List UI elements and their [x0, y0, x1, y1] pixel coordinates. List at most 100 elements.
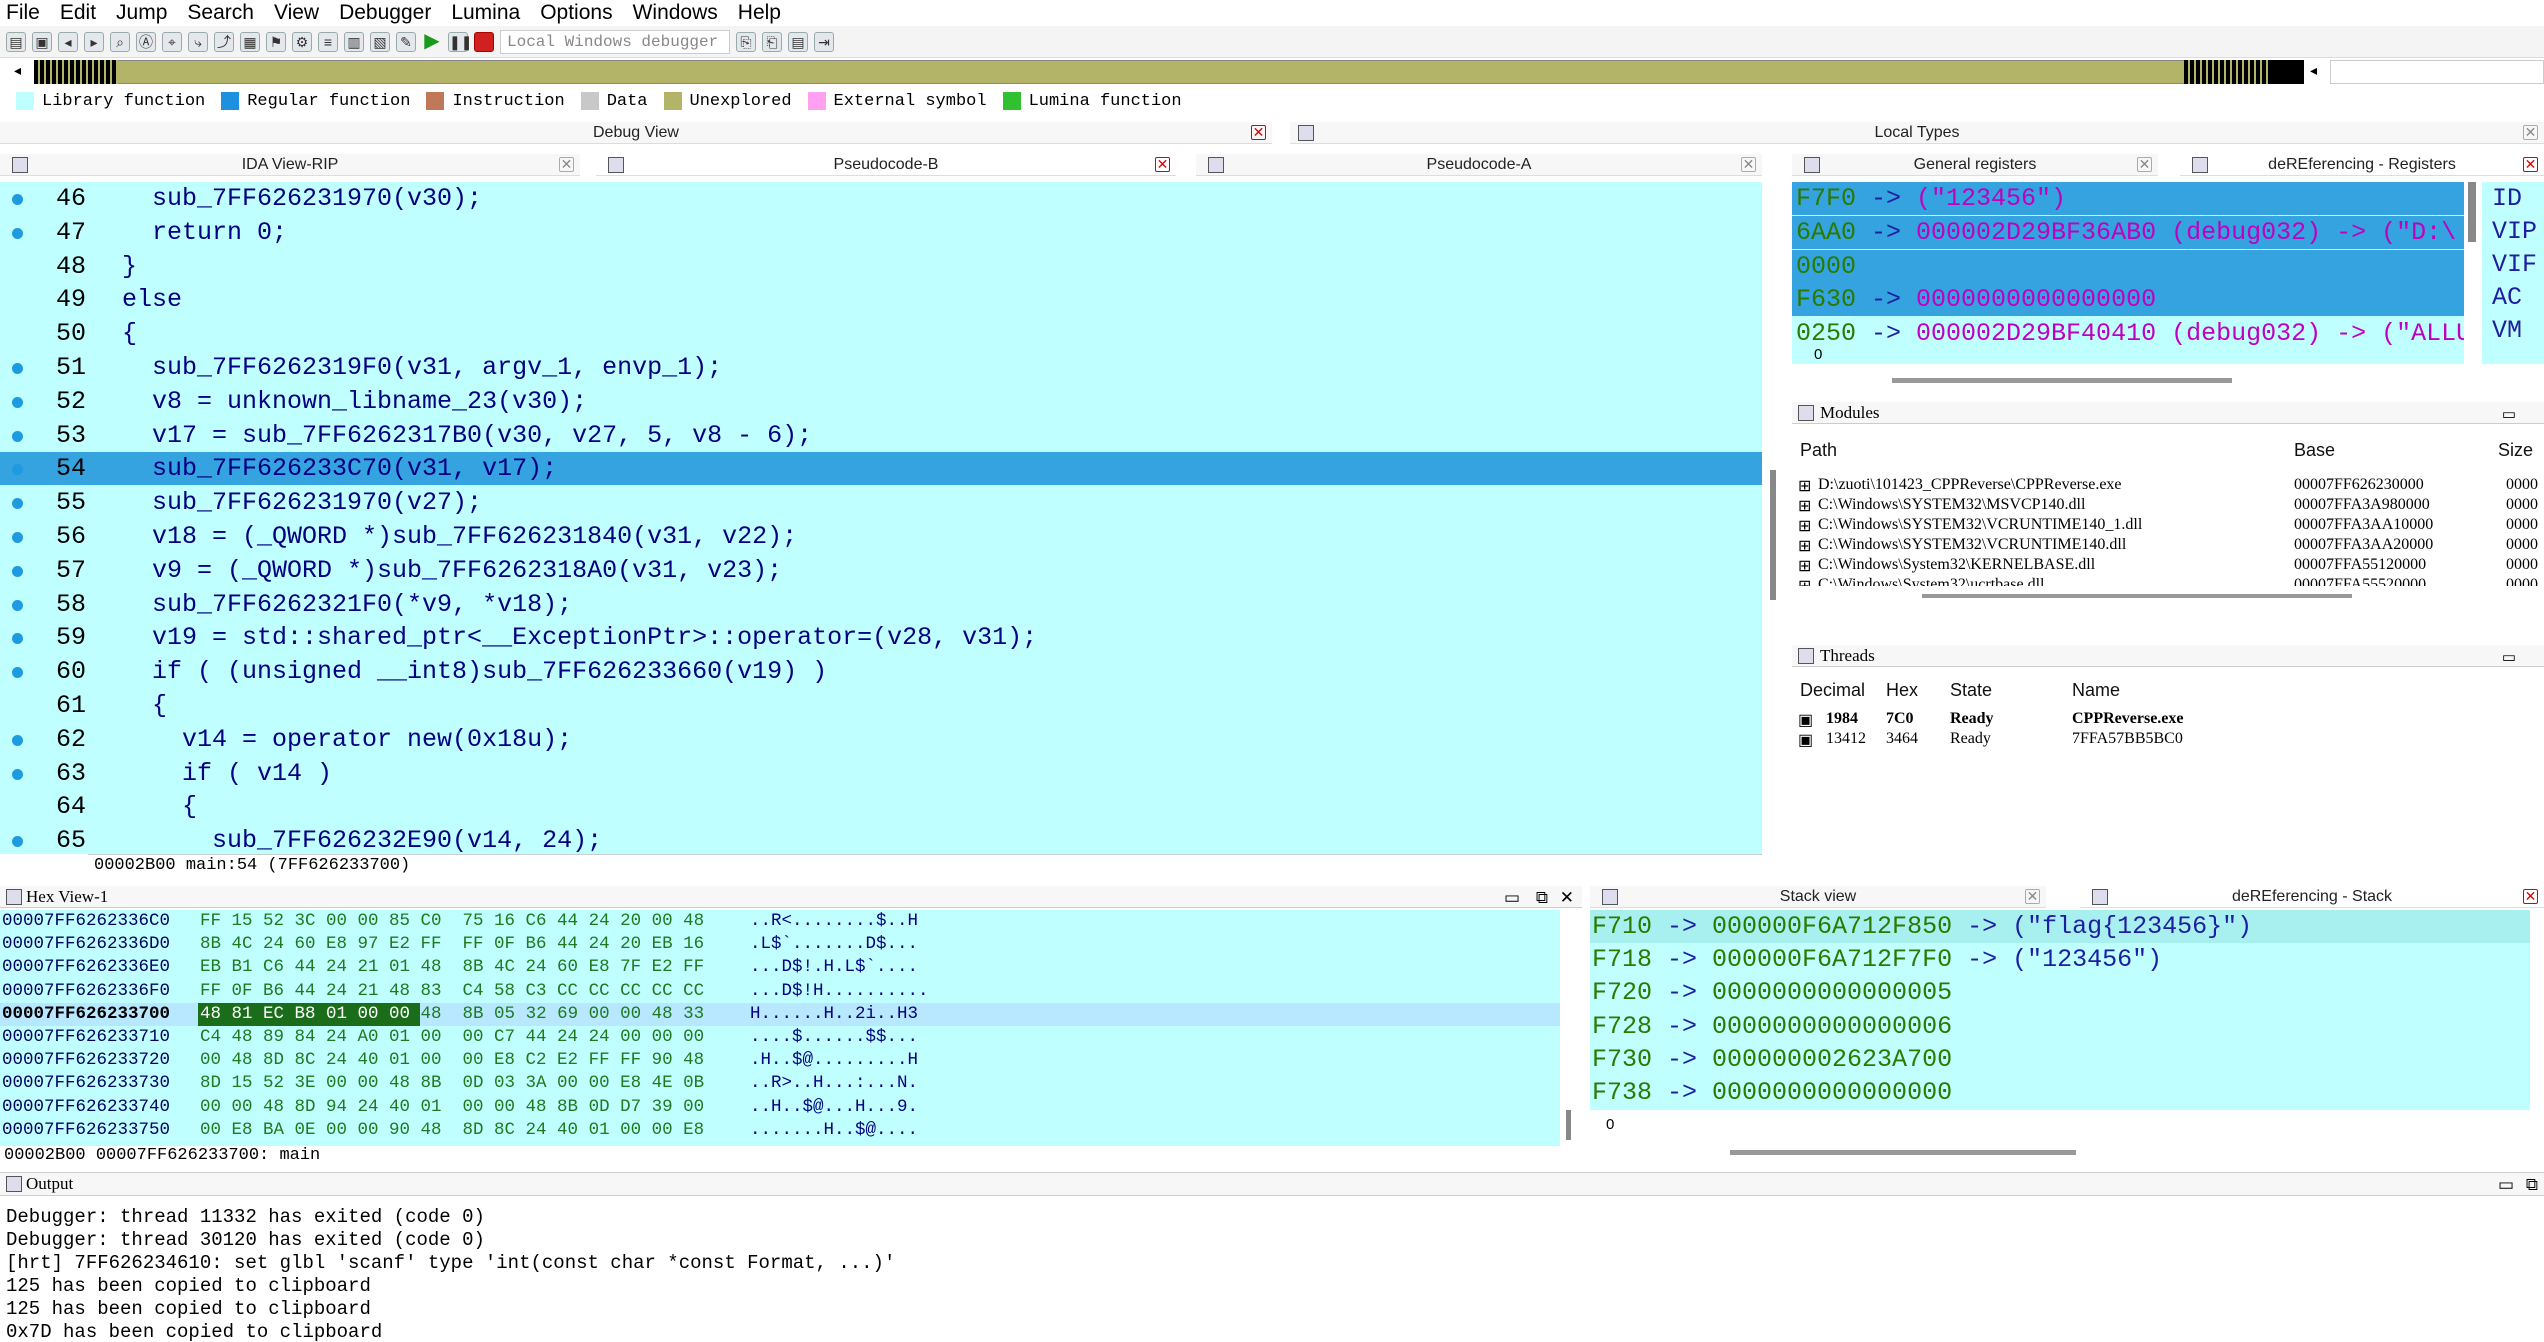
modules-scrollbar[interactable] [1922, 594, 2352, 598]
close-icon[interactable]: ✕ [2137, 157, 2152, 172]
registers-vscrollbar[interactable] [2468, 182, 2476, 242]
hex-scrollbar[interactable] [1566, 1110, 1571, 1140]
tab-dereferencing-registers[interactable]: deREferencing - Registers ✕ [2180, 154, 2544, 176]
menu-debugger[interactable]: Debugger [339, 1, 431, 25]
menu-jump[interactable]: Jump [116, 1, 167, 25]
debugger-select[interactable]: Local Windows debugger [500, 29, 730, 54]
code-line[interactable]: 59 v19 = std::shared_ptr<__ExceptionPtr>… [0, 621, 1762, 654]
close-icon[interactable]: ✕ [1155, 157, 1170, 172]
close-icon[interactable]: ✕ [1560, 887, 1574, 909]
menu-windows[interactable]: Windows [633, 1, 718, 25]
nav-address-input[interactable] [2330, 60, 2544, 84]
code-line[interactable]: 46 sub_7FF626231970(v30); [0, 182, 1762, 215]
close-icon[interactable]: ✕ [2523, 125, 2538, 140]
threads-col-decimal[interactable]: Decimal [1800, 680, 1865, 701]
hex-row[interactable]: 00007FF626233730 8D 15 52 3E 00 00 48 8B … [0, 1072, 1560, 1095]
maximize-icon[interactable]: ▭ [1504, 887, 1520, 909]
menu-view[interactable]: View [274, 1, 319, 25]
code-line[interactable]: 61 { [0, 689, 1762, 722]
breakpoint-dot-icon[interactable] [12, 768, 23, 780]
code-line[interactable]: 49 else [0, 283, 1762, 316]
modules-col-base[interactable]: Base [2294, 440, 2335, 461]
breakpoint-dot-icon[interactable] [12, 565, 23, 577]
tab-pseudocode-a[interactable]: Pseudocode-A ✕ [1196, 154, 1762, 176]
nav-right-arrow-icon[interactable]: ◂ [2310, 62, 2317, 79]
code-line[interactable]: 47 return 0; [0, 216, 1762, 249]
pseudocode-view[interactable]: 46 sub_7FF626231970(v30); 47 return 0; 48 … [0, 182, 1762, 854]
search-binary-icon[interactable]: ⌖ [162, 31, 182, 52]
threads-col-name[interactable]: Name [2072, 680, 2120, 701]
breakpoint-dot-icon[interactable] [12, 396, 23, 408]
code-line[interactable]: 60 if ( (unsigned __int8)sub_7FF62623366… [0, 655, 1762, 688]
stack-view[interactable]: F710 -> 000000F6A712F850 -> ("flag{12345… [1590, 910, 2530, 1110]
breakpoint-dot-icon[interactable] [12, 464, 23, 476]
register-row[interactable]: F7F0 -> ("123456") [1792, 182, 2464, 215]
tab-general-registers[interactable]: General registers ✕ [1792, 154, 2158, 176]
close-icon[interactable]: ✕ [2025, 889, 2040, 904]
list-icon[interactable]: ≡ [318, 31, 338, 52]
threads-col-state[interactable]: State [1950, 680, 1992, 701]
code-line[interactable]: 51 sub_7FF6262319F0(v31, argv_1, envp_1)… [0, 351, 1762, 384]
menu-lumina[interactable]: Lumina [451, 1, 520, 25]
close-icon[interactable]: ✕ [2523, 889, 2538, 904]
code-line[interactable]: 50 { [0, 317, 1762, 350]
stack-row[interactable]: F710 -> 000000F6A712F850 -> ("flag{12345… [1590, 910, 2530, 943]
breakpoint-dot-icon[interactable] [12, 498, 23, 510]
code-line[interactable]: 48 } [0, 250, 1762, 283]
menu-file[interactable]: File [6, 1, 40, 25]
tab-pseudocode-b[interactable]: Pseudocode-B ✕ [596, 154, 1176, 176]
registers-scrollbar[interactable] [1892, 378, 2232, 383]
forward-icon[interactable]: ▸ [84, 31, 104, 52]
breakpoint-icon[interactable]: ⚑ [266, 31, 286, 52]
module-path[interactable]: C:\Windows\SYSTEM32\VCRUNTIME140.dll [1818, 536, 2126, 554]
tab-ida-view-rip[interactable]: IDA View-RIP ✕ [0, 154, 580, 176]
attach-icon[interactable]: ⎘ [736, 31, 756, 52]
stack-row[interactable]: F738 -> 0000000000000000 [1590, 1076, 2530, 1109]
breakpoint-dot-icon[interactable] [12, 227, 23, 239]
stack-row[interactable]: F728 -> 0000000000000006 [1590, 1010, 2530, 1043]
pause-icon[interactable]: ❚❚ [448, 31, 472, 52]
hex-row[interactable]: 00007FF6262336D0 8B 4C 24 60 E8 97 E2 FF … [0, 933, 1560, 956]
nav-left-arrow-icon[interactable]: ◂ [14, 62, 21, 79]
register-row[interactable]: 6AA0 -> 000002D29BF36AB0 (debug032) -> (… [1792, 215, 2464, 249]
open-icon[interactable]: ▤ [6, 31, 26, 52]
breakpoint-dot-icon[interactable] [12, 599, 23, 611]
graph-icon[interactable]: ⚙ [292, 31, 312, 52]
close-icon[interactable]: ✕ [1251, 125, 1266, 140]
detach-icon[interactable]: ⎗ [762, 31, 782, 52]
close-icon[interactable]: ✕ [2523, 157, 2538, 172]
maximize-icon[interactable]: ▭ [2498, 1174, 2514, 1196]
modules-col-path[interactable]: Path [1800, 440, 1837, 461]
search-text-icon[interactable]: Ⓐ [136, 31, 156, 52]
stack-row[interactable]: F730 -> 000000002623A700 [1590, 1043, 2530, 1076]
stack-row[interactable]: F718 -> 000000F6A712F7F0 -> ("123456") [1590, 943, 2530, 976]
run-icon[interactable]: ▶ [422, 31, 442, 52]
menu-options[interactable]: Options [540, 1, 612, 25]
breakpoint-dot-icon[interactable] [12, 836, 23, 848]
restore-icon[interactable]: ⧉ [1536, 887, 1548, 909]
code-line[interactable]: 54 sub_7FF626233C70(v31, v17); [0, 452, 1762, 486]
save-icon[interactable]: ▣ [32, 31, 52, 52]
code-line[interactable]: 63 if ( v14 ) [0, 757, 1762, 790]
menu-help[interactable]: Help [738, 1, 781, 25]
module-path[interactable]: C:\Windows\System32\KERNELBASE.dll [1818, 556, 2095, 574]
registers-view[interactable]: F7F0 -> ("123456") 6AA0 -> 000002D29BF36A… [1792, 182, 2464, 364]
breakpoint-dot-icon[interactable] [12, 363, 23, 374]
hex-view[interactable]: 00007FF6262336C0 FF 15 52 3C 00 00 85 C0 … [0, 910, 1560, 1146]
close-icon[interactable]: ✕ [1741, 157, 1756, 172]
maximize-icon[interactable]: ▭ [2502, 647, 2516, 669]
navigation-bar[interactable] [34, 60, 2304, 84]
stop-icon[interactable] [474, 31, 494, 52]
close-icon[interactable]: ✕ [559, 157, 574, 172]
breakpoint-dot-icon[interactable] [12, 194, 23, 205]
breakpoint-dot-icon[interactable] [12, 667, 23, 679]
code-line[interactable]: 52 v8 = unknown_libname_23(v30); [0, 385, 1762, 418]
restore-icon[interactable]: ⧉ [2526, 1174, 2538, 1196]
menu-search[interactable]: Search [187, 1, 254, 25]
stack-scrollbar[interactable] [1730, 1150, 2076, 1155]
struct-icon[interactable]: ▥ [344, 31, 364, 52]
breakpoint-dot-icon[interactable] [12, 532, 23, 543]
code-line[interactable]: 53 v17 = sub_7FF6262317B0(v30, v27, 5, v… [0, 419, 1762, 452]
code-line[interactable]: 65 sub_7FF626232E90(v14, 24); [0, 824, 1762, 854]
module-path[interactable]: D:\zuoti\101423_CPPReverse\CPPReverse.ex… [1818, 476, 2122, 494]
